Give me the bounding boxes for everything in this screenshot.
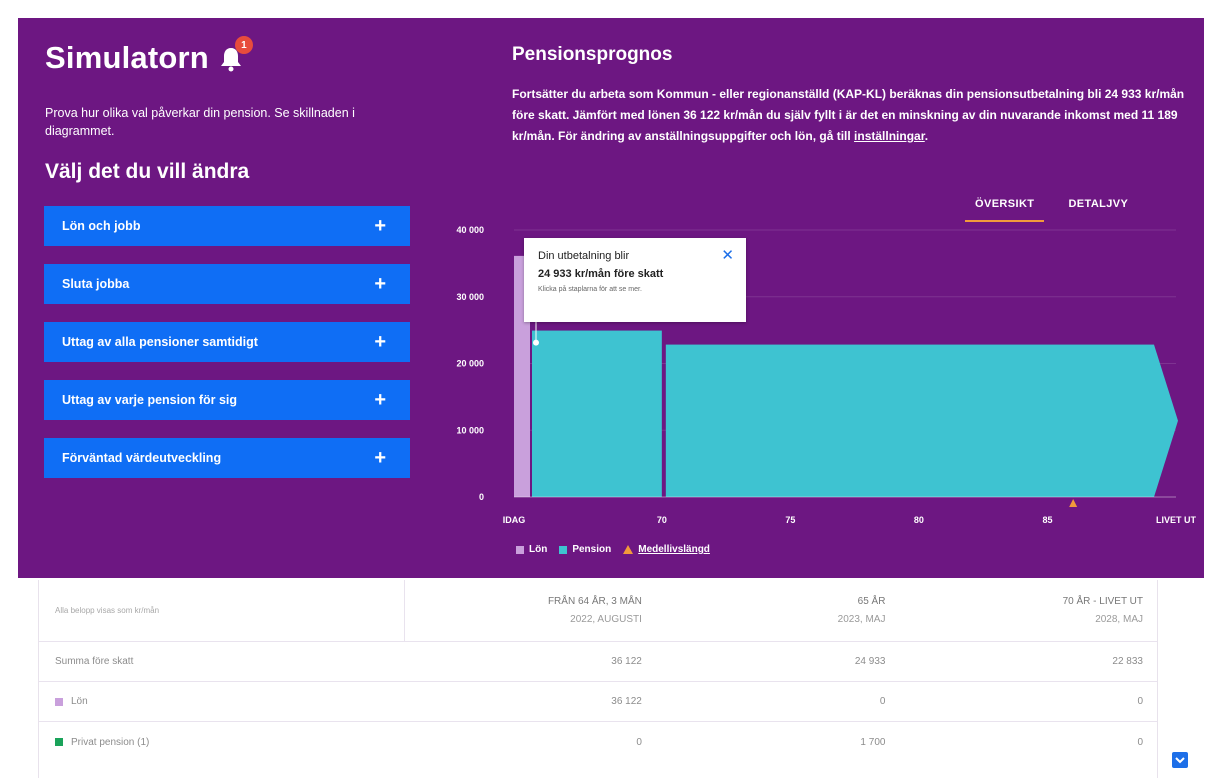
- chevron-down-icon: [1175, 757, 1185, 764]
- column-header: 65 ÅR 2023, MAJ: [668, 580, 912, 642]
- row-value: 1 700: [860, 736, 886, 748]
- x-tick-label: IDAG: [503, 515, 526, 525]
- menu-item-lon-och-jobb[interactable]: Lön och jobb +: [44, 206, 410, 246]
- legend-label: Lön: [529, 544, 548, 555]
- app-title: Simulatorn: [45, 40, 209, 75]
- settings-link[interactable]: inställningar: [854, 129, 925, 143]
- x-tick-label: 85: [1042, 515, 1052, 525]
- x-tick-label: 80: [914, 515, 924, 525]
- row-value: 24 933: [854, 656, 886, 667]
- close-icon[interactable]: ✕: [721, 246, 734, 264]
- pension-table: Alla belopp visas som kr/mån FRÅN 64 ÅR,…: [38, 579, 1158, 778]
- menu-item-uttag-varje[interactable]: Uttag av varje pension för sig +: [44, 380, 410, 420]
- notification-badge: 1: [234, 36, 253, 54]
- legend-item-lon[interactable]: Lön: [516, 544, 547, 555]
- legend-item-pension[interactable]: Pension: [559, 544, 611, 555]
- prognos-end: .: [924, 129, 929, 143]
- prognos-title: Pensionsprognos: [512, 44, 673, 65]
- column-header: FRÅN 64 ÅR, 3 MÅN 2022, AUGUSTI: [404, 579, 668, 642]
- table-header-label: Alla belopp visas som kr/mån: [39, 580, 404, 642]
- row-value: 22 833: [1112, 656, 1143, 667]
- y-tick-label: 40 000: [456, 225, 484, 235]
- row-label-wrap: Privat pension (1): [39, 737, 404, 748]
- menu-item-uttag-alla[interactable]: Uttag av alla pensioner samtidigt +: [44, 322, 410, 362]
- row-swatch: [55, 738, 63, 746]
- header-note: Alla belopp visas som kr/mån: [55, 606, 160, 615]
- table-row: Lön 36 122 0 0: [39, 682, 1157, 722]
- plus-icon: +: [374, 215, 386, 237]
- prognos-text: Fortsätter du arbeta som Kommun - eller …: [512, 84, 1188, 147]
- row-label-wrap: Lön: [39, 696, 404, 707]
- row-value: 36 122: [611, 656, 642, 667]
- menu-item-label: Lön och jobb: [62, 219, 141, 233]
- chart-legend: Lön Pension Medellivslängd: [516, 544, 722, 555]
- plus-icon: +: [374, 331, 386, 353]
- triangle-icon: [623, 545, 634, 554]
- y-tick-label: 0: [479, 492, 484, 502]
- menu-item-vardeutveckling[interactable]: Förväntad värdeutveckling +: [44, 438, 410, 478]
- section-heading: Välj det du vill ändra: [45, 160, 250, 183]
- legend-item-medellivslangd[interactable]: Medellivslängd: [623, 544, 710, 555]
- x-tick-label: LIVET UT: [1156, 515, 1197, 525]
- row-label: Summa före skatt: [55, 656, 134, 667]
- column-title: 70 ÅR - LIVET UT: [1062, 595, 1143, 607]
- column-title: FRÅN 64 ÅR, 3 MÅN: [547, 595, 642, 607]
- prognos-body: Fortsätter du arbeta som Kommun - eller …: [512, 87, 1185, 143]
- column-sub: 2023, MAJ: [837, 613, 886, 625]
- chart-tooltip: Din utbetalning blir 24 933 kr/mån före …: [524, 238, 746, 322]
- row-label: Lön: [71, 696, 88, 707]
- life-expectancy-marker: [1069, 499, 1078, 507]
- tooltip-line1: Din utbetalning blir: [538, 250, 630, 262]
- x-tick-label: 70: [657, 515, 667, 525]
- column-sub: 2022, AUGUSTI: [570, 613, 642, 625]
- row-swatch: [55, 697, 63, 706]
- intro-text: Prova hur olika val påverkar din pension…: [45, 106, 355, 138]
- pension-bar-70-livet-ut: [665, 344, 1154, 497]
- column-header: 70 ÅR - LIVET UT 2028, MAJ: [911, 580, 1157, 642]
- tooltip-amount: 24 933 kr/mån före skatt: [538, 268, 664, 280]
- menu-item-label: Uttag av varje pension för sig: [62, 393, 238, 407]
- option-menu: Lön och jobb + Sluta jobba + Uttag av al…: [44, 206, 410, 496]
- menu-item-sluta-jobba[interactable]: Sluta jobba +: [44, 264, 410, 304]
- pension-bar-65-70: [532, 330, 662, 497]
- table-header-row: Alla belopp visas som kr/mån FRÅN 64 ÅR,…: [39, 579, 1157, 642]
- title-row: Simulatorn 1: [45, 36, 253, 76]
- column-sub: 2028, MAJ: [1095, 613, 1143, 625]
- y-tick-label: 10 000: [456, 425, 484, 435]
- tooltip-hint: Klicka på staplarna för att se mer.: [538, 286, 642, 293]
- x-tick-label: 75: [785, 515, 795, 525]
- menu-item-label: Förväntad värdeutveckling: [62, 451, 222, 465]
- row-value: 36 122: [611, 696, 642, 707]
- y-tick-label: 20 000: [456, 359, 484, 369]
- row-value: 0: [879, 696, 886, 707]
- legend-swatch: [559, 545, 568, 554]
- legend-swatch: [516, 545, 524, 554]
- column-title: 65 ÅR: [857, 595, 886, 607]
- legend-label: Pension: [572, 544, 612, 555]
- row-label: Privat pension (1): [71, 736, 150, 748]
- plus-icon: +: [374, 447, 386, 469]
- plus-icon: +: [374, 273, 386, 295]
- plus-icon: +: [374, 389, 386, 411]
- legend-label: Medellivslängd: [638, 544, 710, 555]
- y-tick-label: 30 000: [456, 292, 484, 302]
- row-value: 0: [636, 736, 642, 748]
- table-row: Summa före skatt 36 122 24 933 22 833: [39, 642, 1157, 682]
- expand-row-button[interactable]: [1172, 752, 1188, 768]
- pension-arrow: [1154, 344, 1178, 497]
- row-value: 0: [1137, 696, 1143, 707]
- notification-bell[interactable]: 1: [219, 36, 253, 74]
- row-value: 0: [1137, 736, 1143, 748]
- menu-item-label: Uttag av alla pensioner samtidigt: [62, 335, 258, 349]
- table-row: Privat pension (1) 0 1 700 0: [39, 722, 1157, 762]
- menu-item-label: Sluta jobba: [62, 277, 130, 291]
